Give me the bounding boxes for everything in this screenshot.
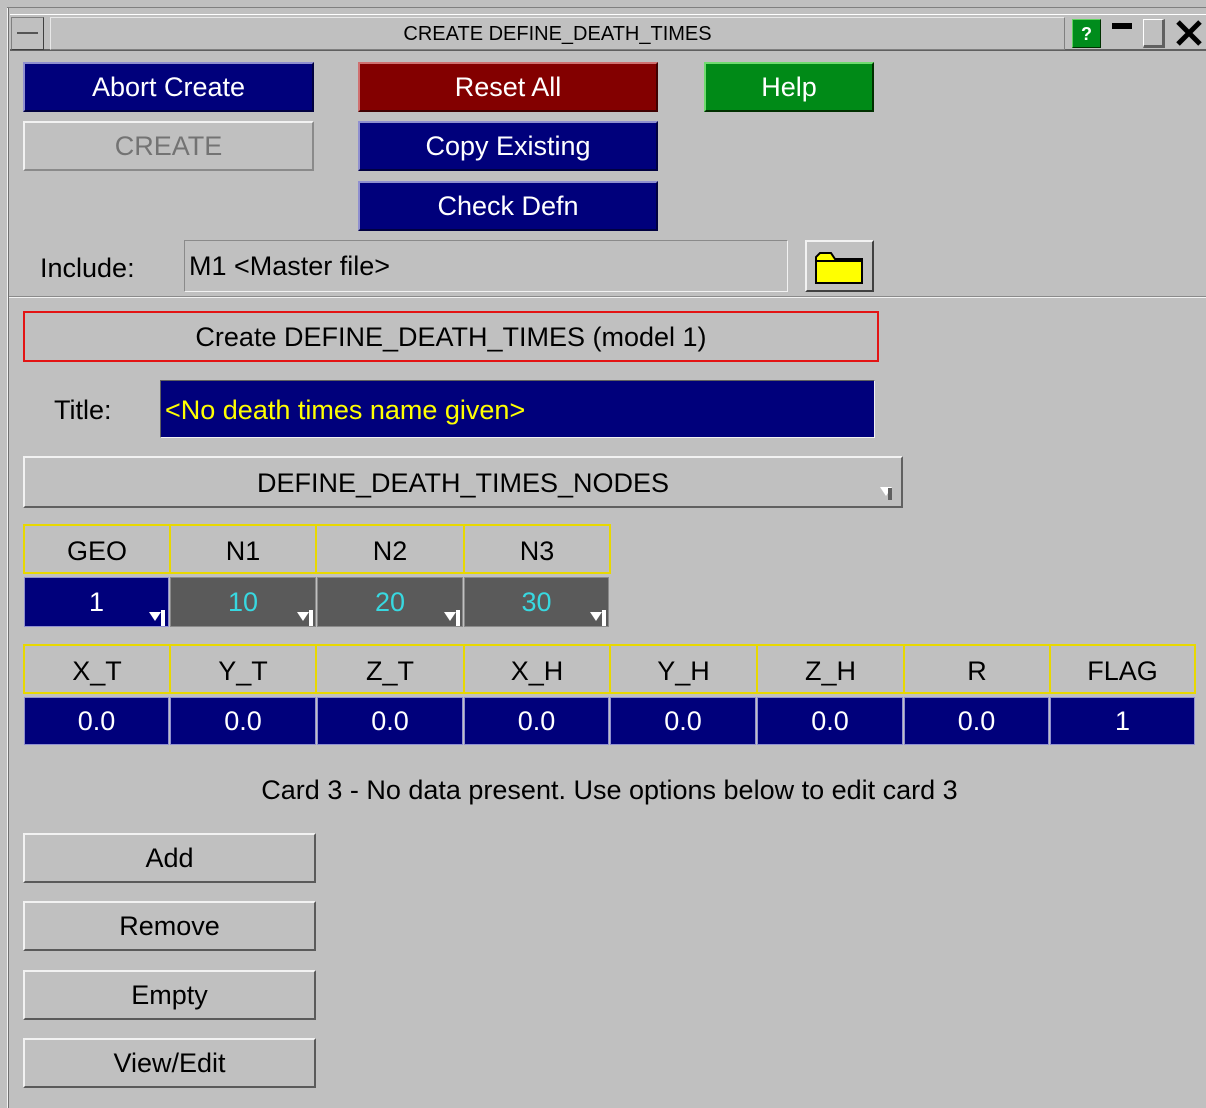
card1-header-n1: N1	[169, 524, 317, 574]
dropdown-arrow-icon	[149, 612, 161, 621]
card2-header-y-h: Y_H	[609, 644, 758, 694]
card2-header-z-h: Z_H	[756, 644, 905, 694]
n2-field[interactable]: 20	[317, 577, 463, 627]
card1-header-geo: GEO	[23, 524, 171, 574]
n1-field[interactable]: 10	[170, 577, 316, 627]
card1-header-n3: N3	[463, 524, 611, 574]
geo-field[interactable]: 1	[24, 577, 169, 627]
dropdown-arrow-icon	[590, 612, 602, 621]
reset-all-button[interactable]: Reset All	[358, 62, 658, 112]
empty-button[interactable]: Empty	[23, 970, 316, 1020]
y-t-field[interactable]: 0.0	[170, 697, 316, 745]
card2-header-flag: FLAG	[1049, 644, 1196, 694]
system-menu-icon[interactable]	[11, 17, 44, 50]
title-label: Title:	[54, 395, 112, 425]
geo-value: 1	[88, 587, 105, 617]
minimize-icon[interactable]	[1110, 19, 1134, 48]
flag-field[interactable]: 1	[1050, 697, 1195, 745]
window-title: CREATE DEFINE_DEATH_TIMES	[50, 17, 1065, 50]
remove-button[interactable]: Remove	[23, 901, 316, 951]
window-frame-top	[7, 0, 1206, 8]
title-input[interactable]: <No death times name given>	[160, 380, 875, 438]
card2-header-y-t: Y_T	[169, 644, 317, 694]
x-h-field[interactable]: 0.0	[464, 697, 609, 745]
window-frame-left	[7, 0, 9, 1108]
create-header: Create DEFINE_DEATH_TIMES (model 1)	[23, 311, 879, 362]
help-button[interactable]: Help	[704, 62, 874, 112]
include-label: Include:	[40, 253, 135, 283]
card3-message: Card 3 - No data present. Use options be…	[261, 775, 958, 805]
dropdown-arrow-icon	[444, 612, 456, 621]
n1-value: 10	[227, 587, 259, 617]
include-browse-button[interactable]	[805, 240, 874, 292]
n3-field[interactable]: 30	[464, 577, 609, 627]
z-t-field[interactable]: 0.0	[317, 697, 463, 745]
add-button[interactable]: Add	[23, 833, 316, 883]
help-question-icon[interactable]: ?	[1072, 19, 1101, 48]
x-t-field[interactable]: 0.0	[24, 697, 169, 745]
dropdown-arrow-icon	[297, 612, 309, 621]
option-dropdown[interactable]: DEFINE_DEATH_TIMES_NODES	[23, 456, 903, 508]
y-h-field[interactable]: 0.0	[610, 697, 756, 745]
z-h-field[interactable]: 0.0	[757, 697, 903, 745]
card2-header-x-t: X_T	[23, 644, 171, 694]
card2-header-z-t: Z_T	[315, 644, 465, 694]
card2-header-x-h: X_H	[463, 644, 611, 694]
abort-create-button[interactable]: Abort Create	[23, 62, 314, 112]
create-button[interactable]: CREATE	[23, 121, 314, 171]
copy-existing-button[interactable]: Copy Existing	[358, 121, 658, 171]
maximize-icon[interactable]	[1143, 19, 1165, 48]
close-icon[interactable]	[1172, 14, 1206, 51]
view-edit-button[interactable]: View/Edit	[23, 1038, 316, 1088]
n3-value: 30	[521, 587, 552, 617]
r-field[interactable]: 0.0	[904, 697, 1049, 745]
folder-icon	[815, 252, 863, 284]
option-dropdown-value: DEFINE_DEATH_TIMES_NODES	[256, 468, 670, 498]
card2-header-r: R	[903, 644, 1051, 694]
check-defn-button[interactable]: Check Defn	[358, 181, 658, 231]
n2-value: 20	[374, 587, 406, 617]
section-divider	[9, 296, 1206, 298]
include-field[interactable]: M1 <Master file>	[184, 240, 788, 292]
card1-header-n2: N2	[315, 524, 465, 574]
